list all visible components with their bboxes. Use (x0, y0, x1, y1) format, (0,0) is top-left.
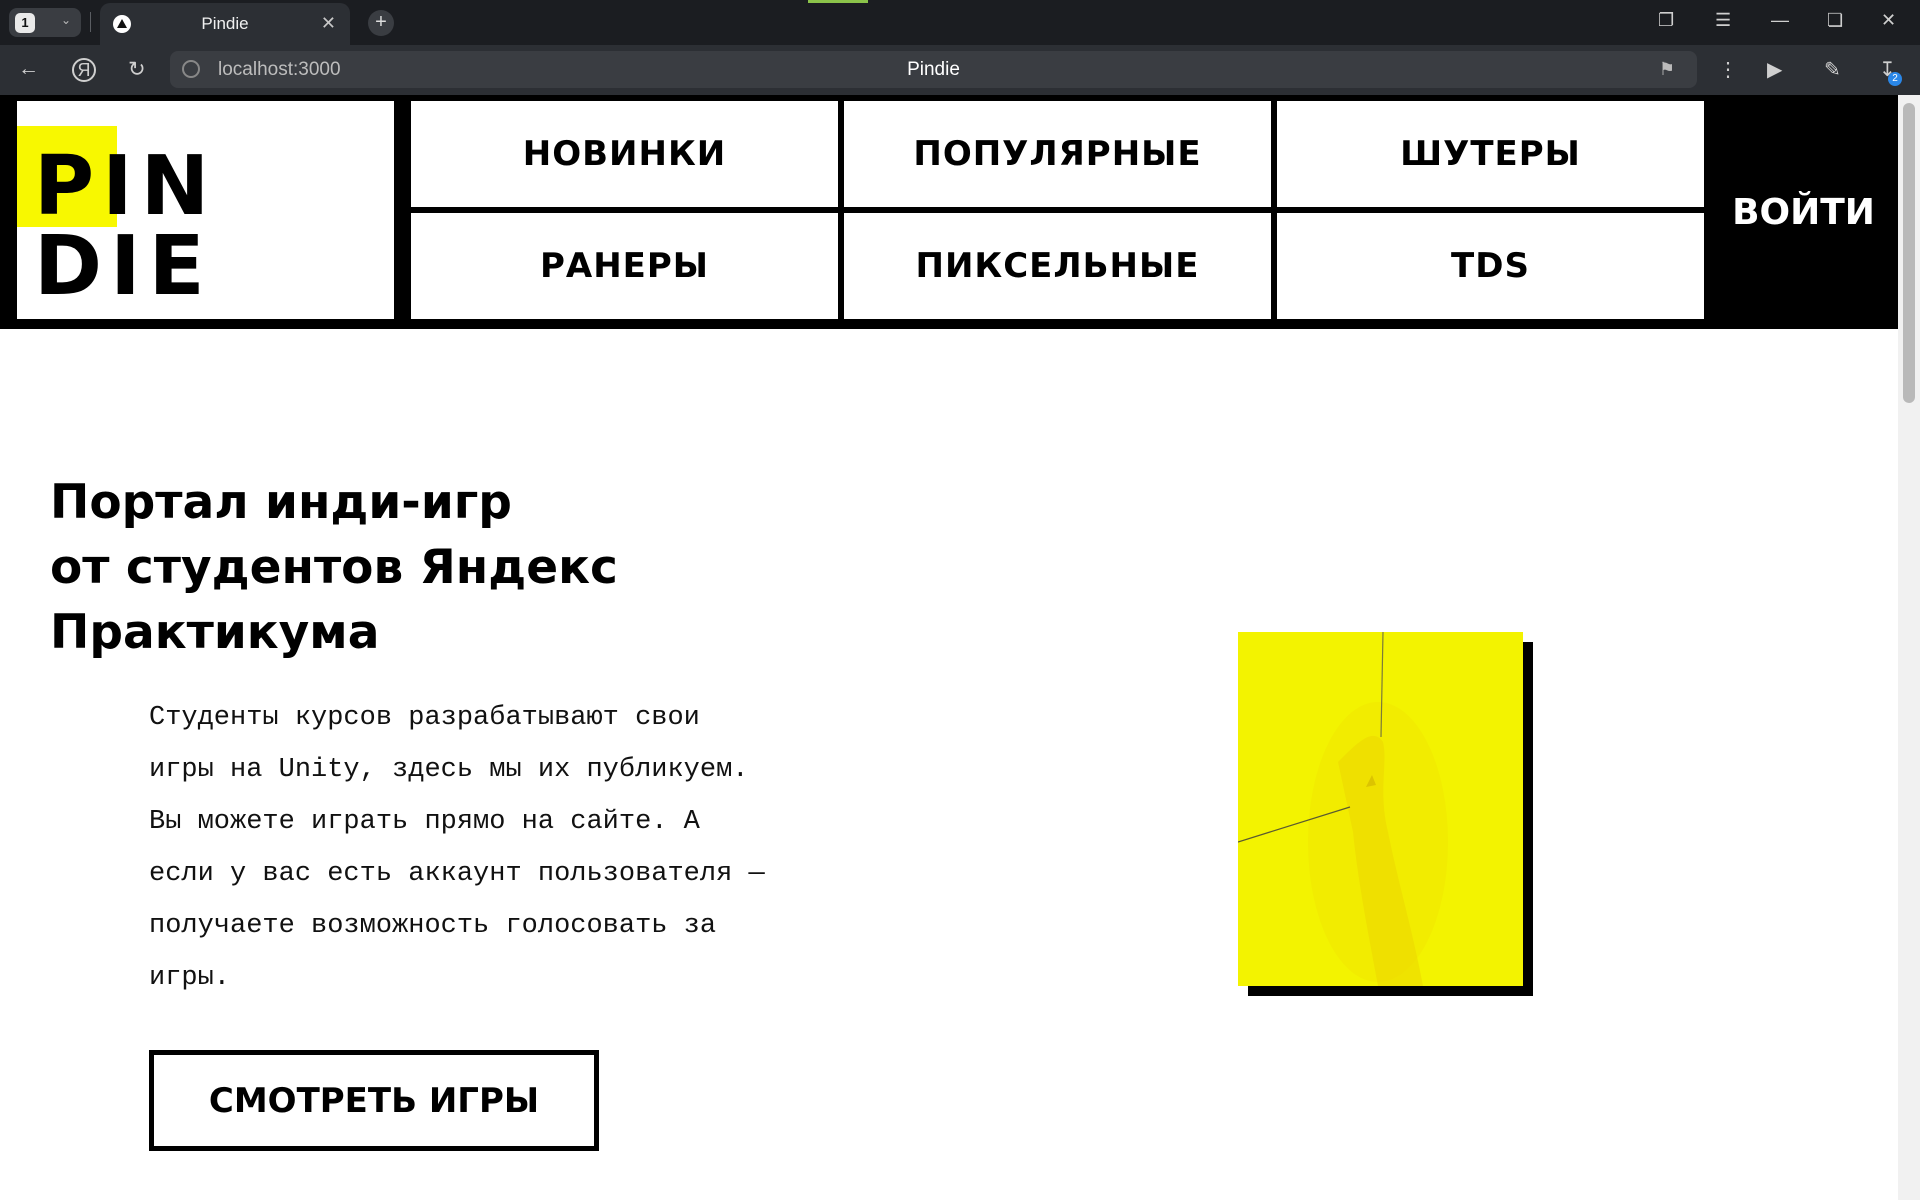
hero-title-line: Портал инди-игр (50, 475, 512, 530)
reload-icon[interactable]: ↻ (128, 57, 146, 82)
main-nav: НОВИНКИ ПОПУЛЯРНЫЕ ШУТЕРЫ РАНЕРЫ ПИКСЕЛЬ… (411, 101, 1704, 319)
hero-title-line: от студентов Яндекс (50, 540, 618, 595)
media-play-icon[interactable]: ▶ (1767, 57, 1782, 82)
downloads-badge: 2 (1888, 72, 1902, 86)
bookmark-icon[interactable]: ⚑ (1659, 59, 1675, 80)
hero-text-line: получаете возможность голосовать за (149, 911, 717, 941)
hero-description: Студенты курсов разрабатывают свои игры … (149, 692, 849, 1004)
page-scrollbar[interactable] (1898, 95, 1920, 1200)
hero-text-line: Вы можете играть прямо на сайте. А (149, 807, 700, 837)
site-logo[interactable]: PIN DIE (17, 101, 394, 319)
restore-icon[interactable]: ❏ (1827, 10, 1843, 31)
loading-indicator (808, 0, 868, 3)
browser-tab[interactable]: Pindie ✕ (100, 3, 350, 45)
tab-divider (90, 12, 91, 32)
more-options-icon[interactable]: ⋮ (1718, 57, 1738, 82)
browser-tabstrip: 1 ⌄ Pindie ✕ + ❐ ☰ — ❏ ✕ (0, 0, 1920, 45)
nav-item-new[interactable]: НОВИНКИ (411, 101, 838, 207)
nav-item-popular[interactable]: ПОПУЛЯРНЫЕ (844, 101, 1271, 207)
chevron-down-icon: ⌄ (61, 13, 72, 27)
logo-text-line-2: DIE (34, 219, 213, 314)
page-viewport: PIN DIE НОВИНКИ ПОПУЛЯРНЫЕ ШУТЕРЫ РАНЕРЫ… (0, 95, 1920, 1200)
view-games-button[interactable]: СМОТРЕТЬ ИГРЫ (149, 1050, 599, 1151)
minimize-icon[interactable]: — (1771, 10, 1789, 31)
tab-counter-button[interactable]: 1 ⌄ (9, 8, 81, 37)
translate-icon[interactable]: ✎ (1824, 57, 1841, 82)
hero-artwork (1238, 632, 1523, 986)
site-header: PIN DIE НОВИНКИ ПОПУЛЯРНЫЕ ШУТЕРЫ РАНЕРЫ… (0, 95, 1898, 329)
close-tab-icon[interactable]: ✕ (321, 13, 336, 34)
logo-text-line-1: PIN (34, 139, 218, 234)
scrollbar-thumb[interactable] (1903, 103, 1915, 403)
nav-item-runners[interactable]: РАНЕРЫ (411, 213, 838, 319)
nav-item-shooters[interactable]: ШУТЕРЫ (1277, 101, 1704, 207)
hero-text-line: Студенты курсов разрабатывают свои (149, 703, 700, 733)
hero-text-line: игры. (149, 963, 231, 993)
nav-item-tds[interactable]: TDS (1277, 213, 1704, 319)
login-button[interactable]: ВОЙТИ (1709, 95, 1898, 329)
page-title-in-omnibox: Pindie (907, 59, 960, 80)
back-arrow-icon[interactable]: ← (18, 57, 39, 81)
tab-count: 1 (15, 13, 35, 33)
hero-text-line: если у вас есть аккаунт пользователя — (149, 859, 765, 889)
new-tab-button[interactable]: + (368, 10, 394, 36)
hero-image (1238, 632, 1523, 986)
yandex-icon[interactable]: Я (72, 58, 96, 82)
tabs-collection-icon[interactable]: ❐ (1658, 10, 1674, 31)
nav-item-pixel[interactable]: ПИКСЕЛЬНЫЕ (844, 213, 1271, 319)
menu-icon[interactable]: ☰ (1715, 10, 1731, 31)
close-window-icon[interactable]: ✕ (1881, 10, 1896, 31)
hero-text-line: игры на Unity, здесь мы их публикуем. (149, 755, 749, 785)
tab-title: Pindie (201, 14, 249, 33)
omnibox[interactable]: localhost:3000 Pindie ⚑ (170, 51, 1697, 88)
hero-title-line: Практикума (50, 605, 380, 660)
hero-title: Портал инди-игр от студентов Яндекс Прак… (50, 470, 810, 665)
address-bar-row: ← Я ↻ localhost:3000 Pindie ⚑ ⋮ ▶ ✎ ↧ 2 (0, 45, 1920, 95)
